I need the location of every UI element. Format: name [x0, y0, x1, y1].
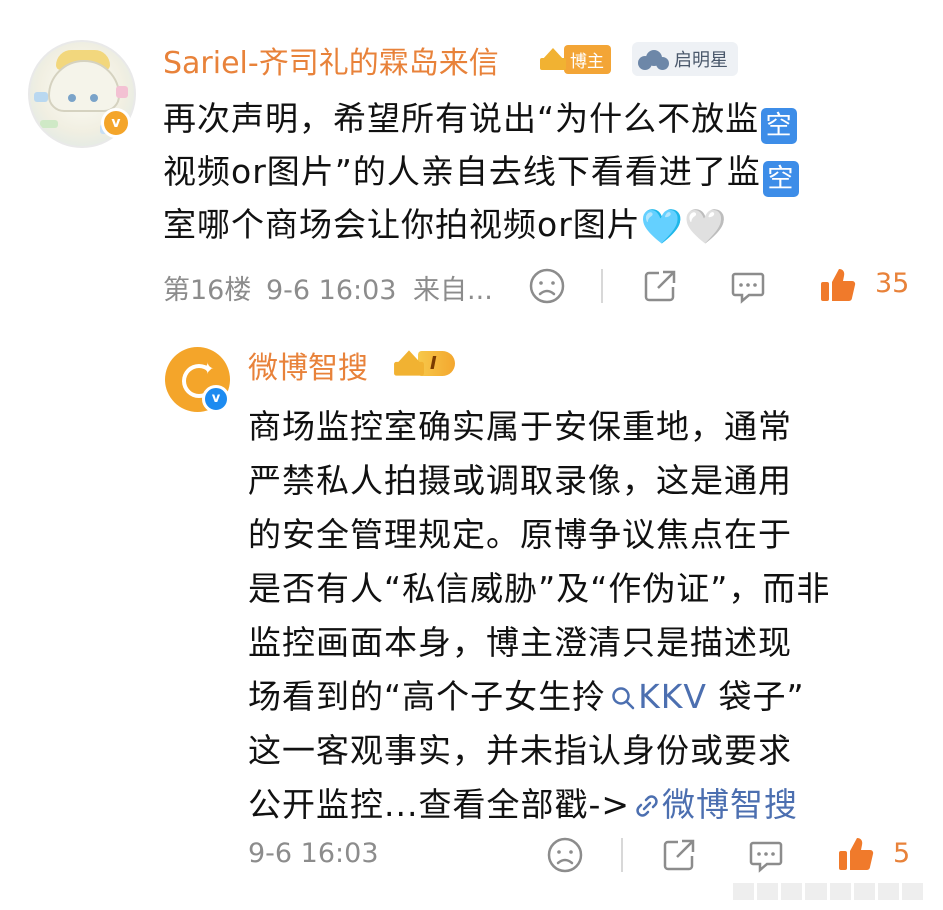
- reply-line: 这一客观事实，并未指认身份或要求: [248, 731, 792, 770]
- blue-heart-emoji: 🩵: [640, 207, 685, 247]
- reply-content: 商场监控室确实属于安保重地，通常 严禁私人拍摄或调取录像，这是通用 的安全管理规…: [248, 400, 898, 832]
- verified-badge: v: [101, 108, 131, 138]
- emoji-face-icon[interactable]: [545, 835, 585, 875]
- comment-line: 视频or图片”的人亲自去线下看看进了监: [163, 152, 761, 191]
- search-keyword: KKV: [638, 677, 707, 716]
- share-icon[interactable]: [640, 266, 680, 306]
- reply-line: 的安全管理规定。原博争议焦点在于: [248, 515, 792, 554]
- verified-badge: v: [202, 385, 230, 413]
- reply-line: 商场监控室确实属于安保重地，通常: [248, 407, 792, 446]
- comment-username[interactable]: Sariel-齐司礼的霖岛来信: [163, 38, 499, 82]
- reply-line: 严禁私人拍摄或调取录像，这是通用: [248, 461, 792, 500]
- weibo-search-link[interactable]: 微博智搜: [630, 785, 798, 824]
- crown-icon: [540, 48, 566, 70]
- white-heart-emoji: 🤍: [684, 207, 728, 247]
- timestamp: 9-6 16:03: [265, 275, 397, 306]
- reply-line: 监控画面本身，博主澄清只是描述现: [248, 623, 792, 662]
- floor-number: 第16楼: [163, 275, 252, 306]
- reply-line: 是否有人“私信威胁”及“作伪证”，而非: [248, 569, 831, 608]
- emoji-face-icon[interactable]: [527, 266, 567, 306]
- comment-icon[interactable]: [728, 266, 768, 306]
- comment-icon[interactable]: [746, 835, 786, 875]
- host-badge-label: 博主: [564, 44, 611, 74]
- like-count: 5: [893, 838, 911, 869]
- weibo-search-link-label: 微博智搜: [662, 785, 799, 824]
- divider: [601, 269, 603, 303]
- cloud-icon: [636, 48, 670, 70]
- reply-line: 场看到的“高个子女生拎 KKV 袋子”: [248, 670, 898, 724]
- reply-line: 公开监控...查看全部戳-> 微博智搜: [248, 778, 898, 832]
- comment-content: 再次声明，希望所有说出“为什么不放监空 视频or图片”的人亲自去线下看看进了监空…: [163, 92, 908, 254]
- reply-text: 公开监控...查看全部戳->: [248, 785, 631, 824]
- star-badge-label: 启明星: [674, 50, 728, 71]
- comment-line: 再次声明，希望所有说出“为什么不放监: [163, 99, 760, 138]
- divider: [621, 838, 623, 872]
- reply-text: 袋子”: [706, 677, 805, 716]
- crown-icon: [394, 350, 424, 376]
- watermark: [733, 883, 923, 900]
- star-badge[interactable]: 启明星: [632, 42, 738, 76]
- like-count: 35: [875, 268, 910, 299]
- share-icon[interactable]: [659, 835, 699, 875]
- comment-line: 室哪个商场会让你拍视频or图片: [163, 205, 641, 244]
- search-icon: [612, 687, 635, 710]
- link-icon: [636, 795, 658, 817]
- thumbs-up-icon[interactable]: [836, 834, 876, 874]
- sparkle-icon: ✦: [201, 359, 215, 378]
- square-emoji: 空: [762, 161, 799, 197]
- comment-meta: 第16楼 9-6 16:03 来自...: [163, 268, 493, 307]
- reply-username[interactable]: 微博智搜: [248, 343, 368, 387]
- search-keyword-link[interactable]: KKV: [606, 677, 707, 716]
- host-badge: 博主: [540, 44, 611, 74]
- square-emoji: 空: [761, 108, 798, 144]
- thumbs-up-icon[interactable]: [818, 265, 858, 305]
- source[interactable]: 来自...: [413, 275, 493, 306]
- reply-timestamp: 9-6 16:03: [248, 838, 379, 869]
- reply-text: 场看到的“高个子女生拎: [248, 677, 607, 716]
- vip-badge: I: [394, 345, 455, 381]
